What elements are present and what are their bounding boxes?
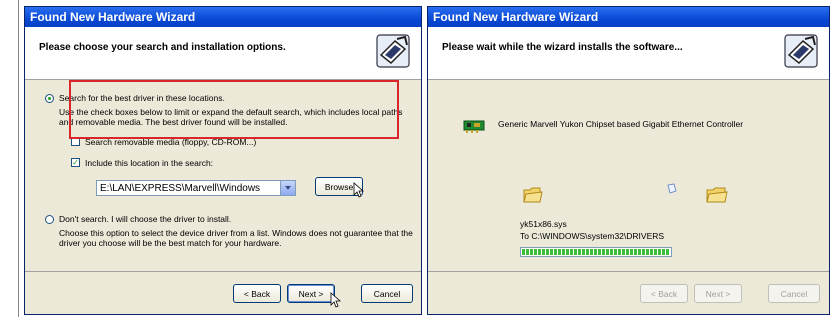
progress-segment xyxy=(578,249,581,255)
window-title: Found New Hardware Wizard xyxy=(25,7,421,27)
progress-segment xyxy=(598,249,601,255)
progress-segment xyxy=(662,249,665,255)
hardware-wizard-icon xyxy=(784,34,818,68)
progress-segment xyxy=(654,249,657,255)
network-card-icon xyxy=(463,120,485,133)
wizard-window-installing: Found New Hardware Wizard Please wait wh… xyxy=(427,6,830,315)
cancel-button[interactable]: Cancel xyxy=(361,284,413,303)
hardware-wizard-icon xyxy=(376,34,410,68)
window-title: Found New Hardware Wizard xyxy=(428,7,829,27)
wizard-footer: < Back Next > Cancel xyxy=(428,271,829,314)
dont-search-description: Choose this option to select the device … xyxy=(59,228,413,248)
progress-segment xyxy=(530,249,533,255)
progress-segment xyxy=(594,249,597,255)
include-location-checkbox[interactable]: ✓ xyxy=(71,158,80,167)
destination-path: To C:\WINDOWS\system32\DRIVERS xyxy=(520,231,665,241)
progress-segment xyxy=(574,249,577,255)
progress-segment xyxy=(634,249,637,255)
progress-segment xyxy=(626,249,629,255)
progress-segment xyxy=(614,249,617,255)
progress-segment xyxy=(546,249,549,255)
back-button[interactable]: < Back xyxy=(233,284,281,303)
progress-segment xyxy=(590,249,593,255)
wizard-header: Please wait while the wizard installs th… xyxy=(428,27,829,80)
folder-icon xyxy=(523,187,543,203)
progress-segment xyxy=(638,249,641,255)
next-button[interactable]: Next > xyxy=(287,284,335,303)
wizard-body: Generic Marvell Yukon Chipset based Giga… xyxy=(428,80,829,272)
progress-segment xyxy=(534,249,537,255)
cancel-button[interactable]: Cancel xyxy=(768,284,820,303)
location-combobox[interactable]: E:\LAN\EXPRESS\Marvell\Windows xyxy=(96,180,296,196)
next-button[interactable]: Next > xyxy=(694,284,742,303)
folder-icon xyxy=(706,187,728,203)
progress-segment xyxy=(558,249,561,255)
location-value: E:\LAN\EXPRESS\Marvell\Windows xyxy=(100,183,261,194)
progress-segment xyxy=(630,249,633,255)
progress-segment xyxy=(602,249,605,255)
progress-segment xyxy=(658,249,661,255)
progress-segment xyxy=(542,249,545,255)
progress-segment xyxy=(522,249,525,255)
progress-segment xyxy=(650,249,653,255)
progress-segment xyxy=(538,249,541,255)
back-button[interactable]: < Back xyxy=(640,284,688,303)
file-name: yk51x86.sys xyxy=(520,219,567,229)
header-text: Please wait while the wizard installs th… xyxy=(442,42,683,53)
progress-segment xyxy=(642,249,645,255)
include-location-label[interactable]: Include this location in the search: xyxy=(85,158,213,168)
wizard-footer: < Back Next > Cancel xyxy=(25,271,421,314)
progress-segment xyxy=(606,249,609,255)
background-window-edge xyxy=(0,0,19,317)
wizard-window-options: Found New Hardware Wizard Please choose … xyxy=(24,6,422,315)
progress-segment xyxy=(646,249,649,255)
progress-segment xyxy=(622,249,625,255)
progress-segment xyxy=(582,249,585,255)
install-progress-bar xyxy=(520,247,672,257)
chevron-down-icon[interactable] xyxy=(280,181,295,195)
flying-document-icon xyxy=(667,183,677,194)
progress-segment xyxy=(618,249,621,255)
dont-search-label[interactable]: Don't search. I will choose the driver t… xyxy=(59,214,231,224)
search-best-radio[interactable] xyxy=(45,94,54,103)
progress-segment xyxy=(526,249,529,255)
progress-segment xyxy=(554,249,557,255)
wizard-header: Please choose your search and installati… xyxy=(25,27,421,80)
mouse-cursor-icon xyxy=(330,292,342,308)
progress-segment xyxy=(566,249,569,255)
progress-segment xyxy=(610,249,613,255)
progress-segment xyxy=(586,249,589,255)
progress-segment xyxy=(666,249,669,255)
progress-segment xyxy=(570,249,573,255)
mouse-cursor-icon xyxy=(353,182,365,198)
progress-segment xyxy=(550,249,553,255)
header-text: Please choose your search and installati… xyxy=(39,42,286,53)
progress-segment xyxy=(562,249,565,255)
highlight-box xyxy=(69,80,399,139)
device-name: Generic Marvell Yukon Chipset based Giga… xyxy=(498,119,744,129)
dont-search-radio[interactable] xyxy=(45,215,54,224)
